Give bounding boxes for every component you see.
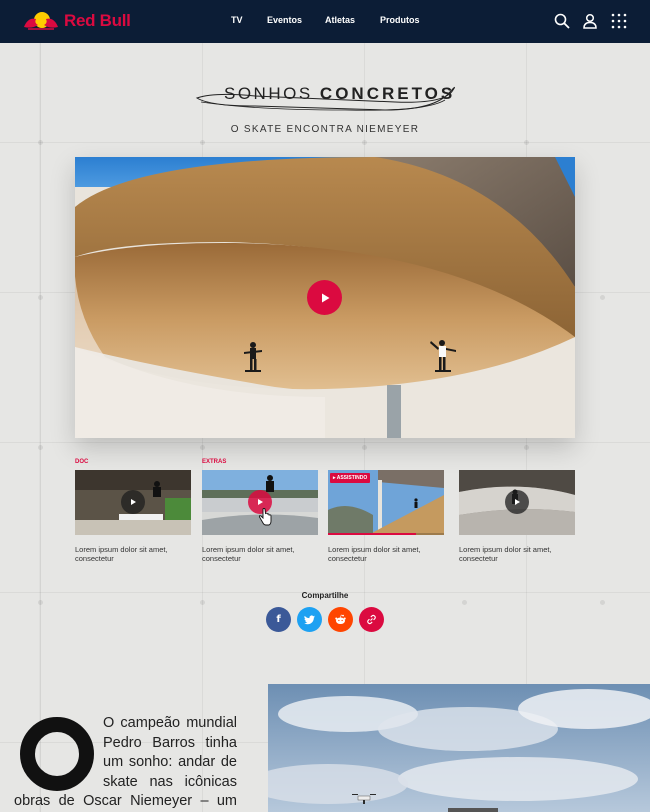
watch-progress-fill [328, 533, 417, 535]
hand-cursor-icon [258, 508, 272, 526]
title-light: SONHOS [224, 84, 313, 103]
share-twitter-button[interactable] [297, 607, 322, 632]
caption-line: Lorem ipsum dolor sit amet, [328, 545, 421, 554]
caption-line: Lorem ipsum dolor sit amet, [202, 545, 295, 554]
apps-grid-icon[interactable] [611, 13, 627, 29]
search-icon[interactable] [554, 13, 570, 29]
nav-item-eventos[interactable]: Eventos [267, 15, 302, 25]
play-icon [258, 499, 263, 505]
thumb-caption-4: Lorem ipsum dolor sit amet, consectetur [459, 545, 579, 563]
article-line: skate nas icônicas [103, 773, 237, 790]
thumb-caption-2: Lorem ipsum dolor sit amet, consectetur [202, 545, 322, 563]
brand-name: Red Bull [64, 11, 131, 30]
video-thumbnail-4[interactable] [459, 470, 575, 535]
article-line: O campeão mundial [103, 715, 237, 731]
reddit-icon [335, 614, 346, 625]
share-link-button[interactable] [359, 607, 384, 632]
title-bold: CONCRETOS [319, 84, 456, 103]
share-title: Compartilhe [301, 591, 349, 600]
caption-line: consectetur [202, 554, 241, 563]
play-icon [515, 499, 520, 505]
article-line: obras de Oscar Niemeyer – um [14, 793, 237, 809]
article-photo [268, 684, 650, 812]
watch-progress-bar [328, 533, 444, 535]
article-line: um sonho: andar de [103, 754, 237, 770]
thumb-label-doc: DOC [75, 459, 89, 465]
caption-line: consectetur [459, 554, 498, 563]
play-icon [321, 293, 329, 302]
nav-item-tv[interactable]: TV [231, 15, 243, 25]
main-play-button[interactable] [307, 280, 342, 315]
thumb-label-extras: EXTRAS [202, 459, 227, 465]
sky-drone-image [268, 684, 650, 812]
twitter-icon [304, 614, 315, 624]
facebook-icon: f [276, 614, 281, 625]
caption-line: Lorem ipsum dolor sit amet, [459, 545, 552, 554]
share-reddit-button[interactable] [328, 607, 353, 632]
hero-title: SONHOS CONCRETOS [195, 80, 457, 120]
drop-cap: O [20, 717, 94, 791]
nav-item-produtos[interactable]: Produtos [380, 15, 420, 25]
caption-line: consectetur [75, 554, 114, 563]
caption-line: Lorem ipsum dolor sit amet, [75, 545, 168, 554]
top-navigation-bar: Red Bull TV Eventos Atletas Produtos [0, 0, 650, 43]
article-line: Pedro Barros tinha [103, 734, 237, 751]
thumb-play-button[interactable] [121, 490, 145, 514]
play-icon [131, 499, 136, 505]
watching-badge: ▸ ASSISTINDO [330, 473, 371, 483]
link-icon [367, 614, 376, 625]
video-thumbnail-2[interactable] [202, 470, 318, 535]
thumb-caption-1: Lorem ipsum dolor sit amet, consectetur [75, 545, 195, 563]
caption-line: consectetur [328, 554, 367, 563]
share-facebook-button[interactable]: f [266, 607, 291, 632]
thumb-play-button[interactable] [505, 490, 529, 514]
page-subtitle: O SKATE ENCONTRA NIEMEYER [230, 124, 420, 135]
video-thumbnail-1[interactable] [75, 470, 191, 535]
nav-item-atletas[interactable]: Atletas [325, 15, 355, 25]
bulls-logo-icon [24, 12, 58, 30]
user-icon[interactable] [582, 13, 598, 29]
page-title: SONHOS CONCRETOS [224, 84, 455, 104]
red-bull-logo[interactable]: Red Bull [22, 9, 131, 33]
thumb-caption-3: Lorem ipsum dolor sit amet, consectetur [328, 545, 448, 563]
